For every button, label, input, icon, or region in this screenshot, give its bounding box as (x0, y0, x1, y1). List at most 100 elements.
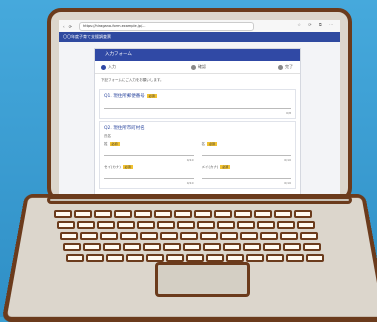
keyboard-key[interactable] (223, 243, 241, 251)
keyboard-key[interactable] (243, 243, 261, 251)
step-3-dot (278, 65, 283, 70)
keyboard-key[interactable] (103, 243, 121, 251)
keyboard-key[interactable] (177, 221, 195, 229)
first-kana-group: メイ(カナ) 必須 0/10 (202, 162, 292, 185)
keyboard-key[interactable] (60, 232, 78, 240)
keyboard-key[interactable] (163, 243, 181, 251)
q1-section: Q1. 現住所郵便番号 必須 0/8 (99, 89, 296, 119)
keyboard-key[interactable] (83, 243, 101, 251)
keyboard-key[interactable] (194, 210, 212, 218)
keyboard-key[interactable] (160, 232, 178, 240)
keyboard-key[interactable] (254, 210, 272, 218)
keyboard-key[interactable] (120, 232, 138, 240)
keyboard-key[interactable] (306, 254, 324, 262)
laptop-lid: ‹ ⟳ https://hiragana-form.example.jp/...… (47, 8, 352, 202)
first-kana-label: メイ(カナ) (202, 165, 219, 169)
keyboard-key[interactable] (197, 221, 215, 229)
keyboard-key[interactable] (54, 210, 72, 218)
last-name-input[interactable] (104, 149, 194, 156)
keyboard-key[interactable] (106, 254, 124, 262)
keyboard-key[interactable] (303, 243, 321, 251)
keyboard-key[interactable] (57, 221, 75, 229)
keyboard-key[interactable] (143, 243, 161, 251)
step-2-label: 確認 (198, 64, 206, 70)
first-kana-input[interactable] (202, 172, 292, 179)
site-header: 〇〇年度子育て支援調査票 (59, 32, 340, 42)
keyboard-key[interactable] (94, 210, 112, 218)
keyboard-key[interactable] (117, 221, 135, 229)
keyboard-key[interactable] (274, 210, 292, 218)
keyboard-key[interactable] (237, 221, 255, 229)
keyboard-key[interactable] (214, 210, 232, 218)
step-3: 完了 (278, 64, 293, 70)
keyboard-key[interactable] (66, 254, 84, 262)
keyboard-key[interactable] (206, 254, 224, 262)
q2-title: Q2. 現住所市町村名 (104, 125, 291, 131)
keyboard-key[interactable] (126, 254, 144, 262)
required-badge: 必須 (207, 142, 217, 146)
keyboard-key[interactable] (183, 243, 201, 251)
first-name-input[interactable] (202, 149, 292, 156)
keyboard-key[interactable] (86, 254, 104, 262)
last-kana-group: セイ(カナ) 必須 0/10 (104, 162, 194, 185)
keyboard-key[interactable] (260, 232, 278, 240)
keyboard-key[interactable] (283, 243, 301, 251)
keyboard-key[interactable] (257, 221, 275, 229)
keyboard-key[interactable] (100, 232, 118, 240)
keyboard-key[interactable] (277, 221, 295, 229)
address-bar[interactable]: https://hiragana-form.example.jp/... (79, 22, 254, 31)
browser-tool-icons[interactable]: ☆ ⟳ ⧉ ⋯ (297, 22, 336, 27)
required-badge: 必須 (123, 165, 133, 169)
required-badge: 必須 (220, 165, 230, 169)
keyboard-key[interactable] (217, 221, 235, 229)
first-name-label: 名 (202, 142, 206, 146)
step-2-dot (191, 65, 196, 70)
keyboard-key[interactable] (140, 232, 158, 240)
reload-icon[interactable]: ⟳ (69, 24, 72, 29)
keyboard-key[interactable] (266, 254, 284, 262)
keyboard-key[interactable] (180, 232, 198, 240)
keyboard-key[interactable] (123, 243, 141, 251)
keyboard-key[interactable] (174, 210, 192, 218)
keyboard-key[interactable] (203, 243, 221, 251)
keyboard-key[interactable] (200, 232, 218, 240)
keyboard-key[interactable] (234, 210, 252, 218)
keyboard-key[interactable] (114, 210, 132, 218)
keyboard-key[interactable] (74, 210, 92, 218)
last-kana-input[interactable] (104, 172, 194, 179)
last-name-group: 姓必須 0/10 (104, 139, 194, 162)
q1-input[interactable] (104, 102, 291, 109)
trackpad[interactable] (155, 262, 250, 297)
keyboard-key[interactable] (154, 210, 172, 218)
keyboard-key[interactable] (220, 232, 238, 240)
keyboard-key[interactable] (294, 210, 312, 218)
keyboard-key[interactable] (157, 221, 175, 229)
keyboard-key[interactable] (80, 232, 98, 240)
q1-title: Q1. 現住所郵便番号 (104, 94, 145, 99)
keyboard-key[interactable] (240, 232, 258, 240)
keyboard-key[interactable] (286, 254, 304, 262)
keyboard-key[interactable] (186, 254, 204, 262)
keyboard-key[interactable] (246, 254, 264, 262)
keyboard-key[interactable] (263, 243, 281, 251)
keyboard-key[interactable] (146, 254, 164, 262)
q1-counter: 0/8 (104, 111, 291, 115)
last-name-label: 姓 (104, 142, 108, 146)
keyboard-key[interactable] (97, 221, 115, 229)
back-icon[interactable]: ‹ (63, 24, 65, 29)
keyboard-key[interactable] (297, 221, 315, 229)
keyboard-key[interactable] (166, 254, 184, 262)
keyboard-key[interactable] (226, 254, 244, 262)
keyboard-key[interactable] (77, 221, 95, 229)
last-kana-counter: 0/10 (104, 181, 194, 185)
keyboard-key[interactable] (134, 210, 152, 218)
laptop-screen: ‹ ⟳ https://hiragana-form.example.jp/...… (59, 20, 340, 195)
keyboard-key[interactable] (63, 243, 81, 251)
form-steps: 入力 確認 完了 (95, 61, 300, 74)
keyboard-key[interactable] (137, 221, 155, 229)
keyboard-key[interactable] (280, 232, 298, 240)
first-name-group: 名必須 0/10 (202, 139, 292, 162)
keyboard-key[interactable] (300, 232, 318, 240)
keyboard (60, 210, 323, 270)
step-2: 確認 (191, 64, 206, 70)
